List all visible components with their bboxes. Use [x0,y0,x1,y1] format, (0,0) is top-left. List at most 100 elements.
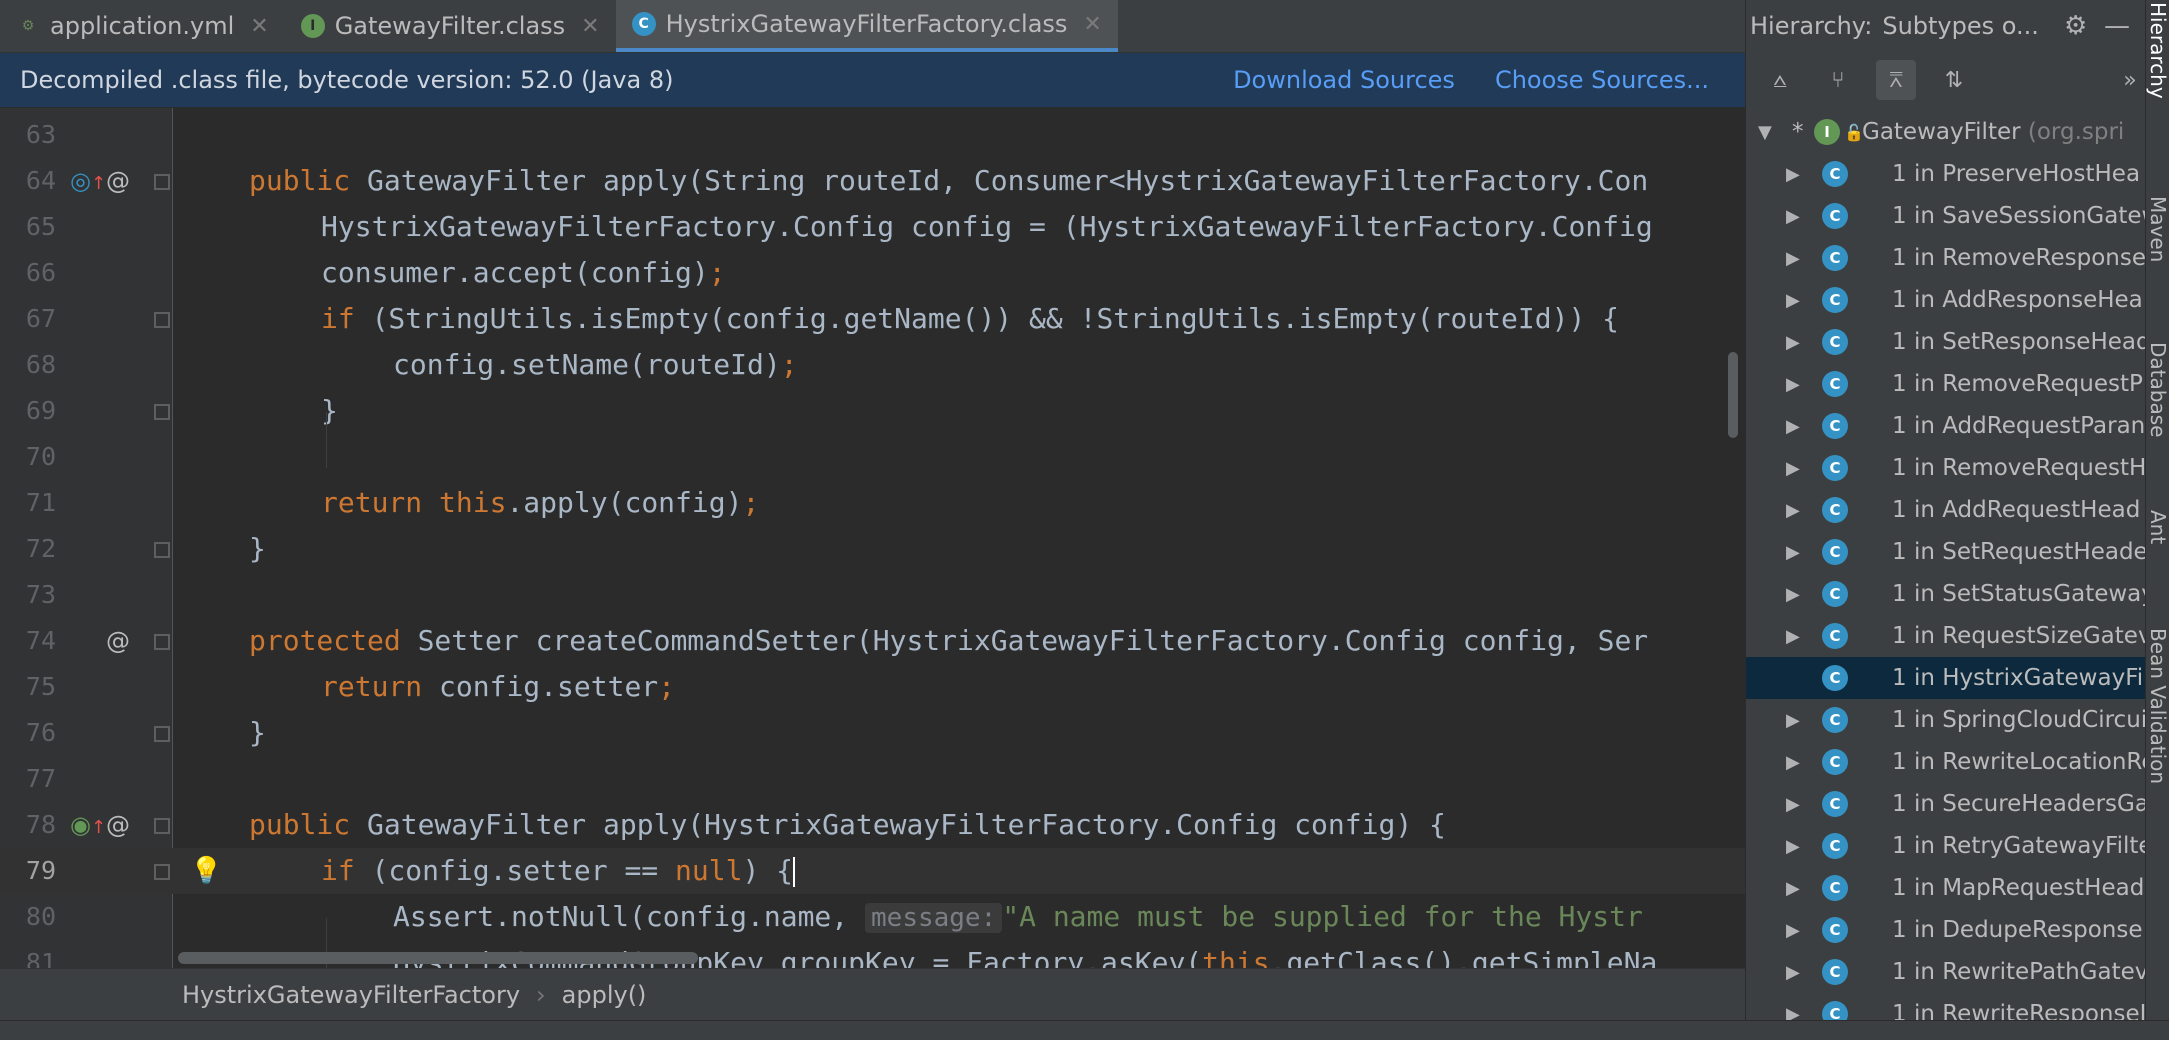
hierarchy-item[interactable]: ▶ C 1 in SpringCloudCircui [1746,699,2146,741]
code-line: 78 ◉↑ @ public GatewayFilter apply(Hystr… [0,802,1745,848]
code-line: 66 consumer.accept(config); [0,250,1745,296]
hierarchy-item-label: 1 in RemoveResponse [1892,245,2146,271]
horizontal-scrollbar[interactable] [178,952,698,964]
download-sources-link[interactable]: Download Sources [1233,66,1455,94]
fold-icon[interactable] [154,818,170,834]
hierarchy-item[interactable]: ▶ C 1 in RewriteResponseI [1746,993,2146,1020]
hierarchy-item[interactable]: ▶ C 1 in SetRequestHeade [1746,531,2146,573]
chevron-right-icon[interactable]: ▶ [1786,836,1800,857]
class-icon: C [1822,959,1848,985]
hierarchy-root-item[interactable]: ▼ * I 🔓 GatewayFilter (org.spri [1746,111,2146,153]
hierarchy-item[interactable]: ▶ C 1 in SetStatusGateway [1746,573,2146,615]
chevron-right-icon[interactable]: ▶ [1786,878,1800,899]
close-icon[interactable]: ✕ [581,14,599,39]
hierarchy-item-label: 1 in MapRequestHead [1892,875,2145,901]
implementing-method-icon[interactable]: ◎↑ [70,158,106,207]
fold-icon[interactable] [154,634,170,650]
fold-icon[interactable] [154,542,170,558]
line-number: 74 [25,626,56,655]
hierarchy-item[interactable]: ▶ C 1 in DedupeResponse [1746,909,2146,951]
chevron-right-icon[interactable]: ▶ [1786,1004,1800,1021]
sort-alphabetically-icon[interactable]: ⇅ [1934,60,1974,100]
hierarchy-item[interactable]: ▶ C 1 in SaveSessionGatew [1746,195,2146,237]
banner-text: Decompiled .class file, bytecode version… [20,66,674,94]
fold-icon[interactable] [154,404,170,420]
implementing-method-icon[interactable]: ◉↑ [70,802,106,851]
chevron-right-icon: › [536,980,546,1009]
chevron-right-icon[interactable]: ▶ [1786,164,1800,185]
subtypes-hierarchy-icon[interactable]: ⩞ [1876,60,1916,100]
fold-icon[interactable] [154,174,170,190]
class-icon: C [1822,329,1848,355]
side-tab-bean-validation[interactable]: Bean Validation [2146,628,2169,784]
hierarchy-mode[interactable]: Subtypes o... [1882,12,2039,40]
chevron-right-icon[interactable]: ▶ [1786,962,1800,983]
hierarchy-item[interactable]: ▶ C 1 in PreserveHostHea [1746,153,2146,195]
side-tab-maven[interactable]: Maven [2146,196,2169,262]
hierarchy-item[interactable]: ▶ C 1 in MapRequestHead [1746,867,2146,909]
fold-icon[interactable] [154,312,170,328]
hierarchy-item[interactable]: ▶ C 1 in AddRequestParan [1746,405,2146,447]
chevron-right-icon[interactable]: ▶ [1786,458,1800,479]
side-tab-ant[interactable]: Ant [2146,510,2169,544]
chevron-right-icon[interactable]: ▶ [1786,332,1800,353]
hierarchy-item[interactable]: ▶ C 1 in RemoveRequestH [1746,447,2146,489]
chevron-right-icon[interactable]: ▶ [1786,710,1800,731]
hierarchy-item-label: 1 in AddResponseHea [1892,287,2143,313]
tab-application-yml[interactable]: ⚙ application.yml ✕ [0,0,285,52]
chevron-right-icon[interactable]: ▶ [1786,920,1800,941]
tab-hystrixgatewayfilterfactory-class[interactable]: C HystrixGatewayFilterFactory.class ✕ [615,0,1118,52]
gear-icon[interactable]: ⚙ [2064,0,2087,52]
chevron-right-icon[interactable]: ▶ [1786,542,1800,563]
code-text: } [249,716,266,749]
hierarchy-item[interactable]: C 1 in HystrixGatewayFil [1746,657,2146,699]
hierarchy-item[interactable]: ▶ C 1 in RequestSizeGatev [1746,615,2146,657]
chevron-right-icon[interactable]: ▶ [1786,752,1800,773]
vertical-scrollbar[interactable] [1728,352,1738,438]
class-icon: C [1822,497,1848,523]
side-tab-database[interactable]: Database [2146,342,2169,437]
chevron-right-icon[interactable]: ▶ [1786,206,1800,227]
breadcrumb-class[interactable]: HystrixGatewayFilterFactory [182,981,520,1009]
code-text: HystrixGatewayFilterFactory.Config confi… [321,210,1653,243]
hierarchy-item-label: 1 in HystrixGatewayFil [1892,665,2146,691]
hierarchy-item[interactable]: ▶ C 1 in RetryGatewayFilte [1746,825,2146,867]
line-number: 79 [25,856,56,885]
chevron-down-icon[interactable]: ▼ [1758,122,1772,143]
hierarchy-item[interactable]: ▶ C 1 in RewriteLocationRe [1746,741,2146,783]
hierarchy-item[interactable]: ▶ C 1 in RemoveRequestP [1746,363,2146,405]
chevron-right-icon[interactable]: ▶ [1786,500,1800,521]
side-tab-hierarchy[interactable]: Hierarchy [2146,2,2169,99]
hierarchy-item[interactable]: ▶ C 1 in RemoveResponse [1746,237,2146,279]
choose-sources-link[interactable]: Choose Sources... [1495,66,1709,94]
lightbulb-icon[interactable]: 💡 [190,848,222,894]
fold-icon[interactable] [154,726,170,742]
close-icon[interactable]: ✕ [1083,12,1101,37]
fold-icon[interactable] [154,864,170,880]
breadcrumb-method[interactable]: apply() [562,981,647,1009]
supertypes-icon[interactable]: ⩟ [1760,60,1800,100]
type-hierarchy-icon[interactable]: ⑂ [1818,60,1858,100]
code-text: Assert.notNull(config.name, message: "A n… [393,900,1643,933]
hierarchy-item[interactable]: ▶ C 1 in RewritePathGatev [1746,951,2146,993]
hierarchy-item[interactable]: ▶ C 1 in AddRequestHead [1746,489,2146,531]
yaml-file-icon: ⚙ [21,18,35,34]
hierarchy-item[interactable]: ▶ C 1 in SecureHeadersGa [1746,783,2146,825]
hierarchy-item-label: 1 in SecureHeadersGa [1892,791,2146,817]
hierarchy-item[interactable]: ▶ C 1 in SetResponseHead [1746,321,2146,363]
code-editor[interactable]: 63 64 ◎↑ @ public GatewayFilter apply(St… [0,108,1745,968]
close-icon[interactable]: ✕ [250,14,268,39]
hierarchy-item[interactable]: ▶ C 1 in AddResponseHea [1746,279,2146,321]
chevron-right-icon[interactable]: ▶ [1786,248,1800,269]
minimize-icon[interactable]: — [2104,0,2130,52]
tab-gatewayfilter-class[interactable]: I GatewayFilter.class ✕ [285,0,616,52]
chevron-right-icon[interactable]: ▶ [1786,794,1800,815]
chevron-right-icon[interactable]: ▶ [1786,290,1800,311]
chevron-right-icon[interactable]: ▶ [1786,416,1800,437]
more-icon[interactable]: » [2110,60,2146,100]
hierarchy-panel: Hierarchy: Subtypes o... ⚙ — ⩟ ⑂ ⩞ ⇅ » ▼… [1745,0,2146,1020]
line-number: 65 [25,212,56,241]
chevron-right-icon[interactable]: ▶ [1786,374,1800,395]
chevron-right-icon[interactable]: ▶ [1786,626,1800,647]
chevron-right-icon[interactable]: ▶ [1786,584,1800,605]
